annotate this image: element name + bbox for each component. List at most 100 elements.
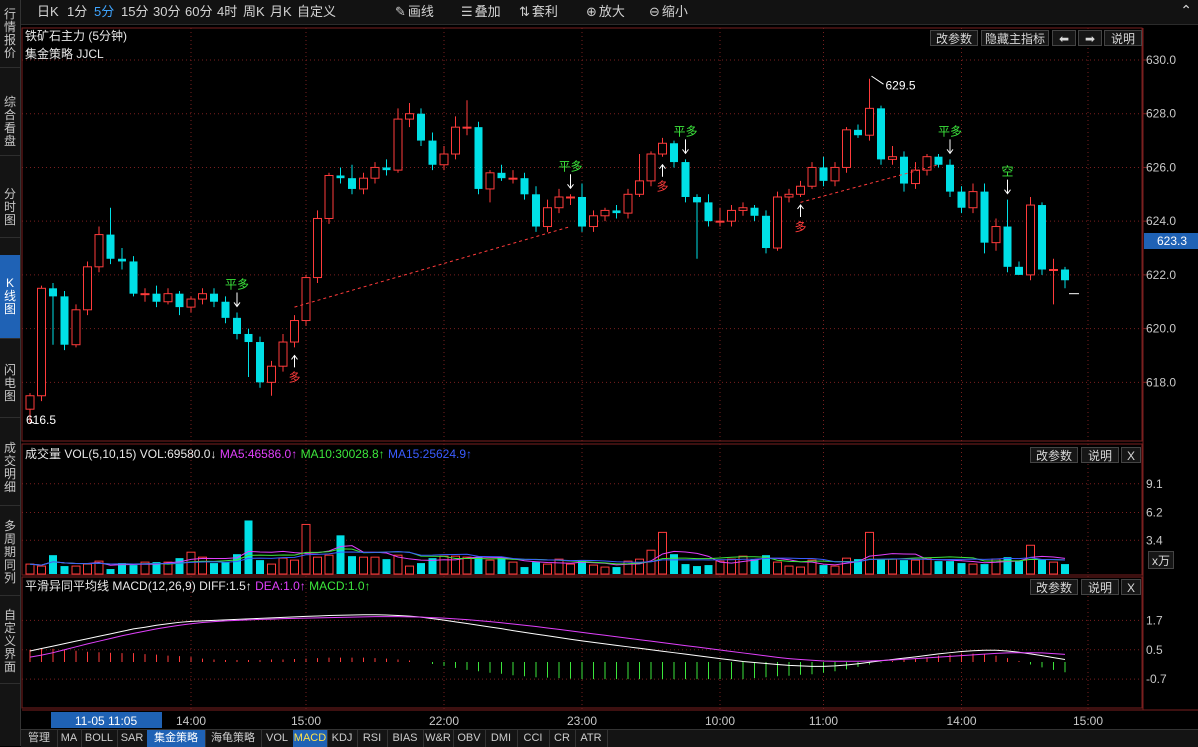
indicator-tab-cci[interactable]: CCI	[517, 730, 550, 747]
volume-bar	[968, 563, 978, 575]
volume-bar	[877, 559, 885, 574]
candle-body	[612, 210, 621, 214]
candle-body	[290, 320, 299, 343]
candle-body	[152, 293, 161, 302]
indicator-tab-cr[interactable]: CR	[549, 730, 576, 747]
candle-body	[474, 127, 483, 189]
candle-body	[313, 217, 322, 279]
candle-body	[520, 178, 529, 195]
indicator-tab-bias[interactable]: BIAS	[387, 730, 424, 747]
volume-bar	[485, 559, 495, 575]
x-tick-label: 23:00	[567, 714, 597, 728]
volume-bar	[278, 557, 288, 575]
indicator-tab-wr[interactable]: W&R	[423, 730, 454, 747]
candle-body	[244, 333, 253, 343]
signal-label: 多	[656, 180, 668, 194]
indicator-tab-kdj[interactable]: KDJ	[327, 730, 358, 747]
volume-bar	[1015, 561, 1023, 574]
indicator-tab-ma[interactable]: MA	[57, 730, 82, 747]
volume-bar	[704, 565, 713, 574]
volume-bar	[462, 556, 472, 575]
volume-bar	[439, 555, 449, 575]
candle-body	[1015, 266, 1023, 275]
volume-bar	[393, 554, 403, 575]
indicator-tab-[interactable]: 海龟策略	[205, 730, 262, 747]
volume-params-button[interactable]: 改参数	[1030, 447, 1078, 463]
candle-body	[140, 293, 150, 296]
candle-body	[968, 191, 978, 209]
volume-bar	[532, 562, 540, 574]
candle-body	[934, 156, 943, 165]
candle-body	[221, 301, 230, 318]
indicator-tab-atr[interactable]: ATR	[575, 730, 608, 747]
macd-value: MACD:1.0↑	[309, 579, 371, 593]
candle-body	[1049, 269, 1058, 272]
macd-close-button[interactable]: X	[1121, 579, 1141, 595]
volume-bar	[336, 535, 345, 574]
y-tick-label: 630.0	[1146, 53, 1176, 67]
indicator-tab-vol[interactable]: VOL	[261, 730, 294, 747]
arrow-right-icon[interactable]: ➡	[1078, 30, 1102, 46]
hide-main-indicator-button[interactable]: 隐藏主指标	[981, 30, 1049, 46]
macd-params: MACD(12,26,9)	[112, 579, 196, 593]
candle-body	[658, 142, 667, 155]
candle-body	[301, 277, 311, 322]
volume-bar	[1049, 561, 1058, 575]
candle-body	[750, 207, 759, 216]
arrow-left-icon[interactable]: ⬅	[1052, 30, 1076, 46]
volume-bar	[727, 558, 736, 575]
volume-bar	[750, 559, 759, 574]
volume-bar	[819, 565, 828, 574]
volume-bar	[60, 566, 69, 574]
signal-label: 平多	[558, 159, 582, 173]
candle-body	[842, 129, 851, 168]
volume-bar	[623, 560, 633, 575]
candle-body	[198, 293, 207, 300]
volume-bar	[520, 567, 529, 574]
indicator-tab-boll[interactable]: BOLL	[81, 730, 118, 747]
x-tick-label: 10:00	[705, 714, 735, 728]
candle-body	[60, 296, 69, 345]
candle-body	[451, 126, 460, 155]
volume-bar	[301, 523, 311, 575]
indicator-tab-[interactable]: 管理	[21, 730, 58, 747]
macd-tick-label: 1.7	[1146, 613, 1163, 627]
volume-bar	[221, 562, 230, 574]
candle-body	[807, 166, 817, 187]
candle-body	[163, 293, 173, 303]
volume-bar	[693, 566, 701, 574]
main-params-button[interactable]: 改参数	[930, 30, 978, 46]
current-price-label: 623.3	[1157, 234, 1187, 248]
volume-bar	[957, 563, 966, 574]
indicator-tab-obv[interactable]: OBV	[453, 730, 486, 747]
indicator-tab-macd[interactable]: MACD	[293, 730, 328, 747]
volume-bar	[359, 556, 368, 575]
candle-body	[497, 172, 506, 179]
volume-close-button[interactable]: X	[1121, 447, 1141, 463]
candle-body	[578, 196, 586, 227]
volume-bar	[1003, 557, 1012, 574]
volume-bar	[370, 556, 380, 575]
indicator-tab-[interactable]: 集金策略	[147, 730, 206, 747]
volume-help-button[interactable]: 说明	[1081, 447, 1119, 463]
volume-bar	[405, 565, 414, 575]
candle-body	[118, 258, 126, 262]
kline-chart[interactable]: 630.0 628.0 626.0 624.0 622.0 620.0 618.0 11-05…	[0, 0, 1198, 746]
volume-ma10: MA10:30028.8↑	[300, 447, 385, 461]
indicator-tab-dmi[interactable]: DMI	[485, 730, 518, 747]
volume-bar	[233, 554, 241, 574]
volume-bar	[324, 554, 334, 575]
indicator-tab-sar[interactable]: SAR	[117, 730, 148, 747]
macd-params-button[interactable]: 改参数	[1030, 579, 1078, 595]
volume-bar	[566, 563, 575, 575]
macd-help-button[interactable]: 说明	[1081, 579, 1119, 595]
volume-bar	[578, 561, 586, 574]
macd-diff-value: DIFF:1.5↑	[199, 579, 252, 593]
candle-body	[877, 108, 885, 160]
main-help-button[interactable]: 说明	[1104, 30, 1142, 46]
volume-bar	[670, 554, 678, 574]
indicator-tab-rsi[interactable]: RSI	[357, 730, 388, 747]
volume-bar	[635, 558, 644, 575]
candle-body	[382, 167, 391, 171]
candle-body	[485, 172, 495, 190]
